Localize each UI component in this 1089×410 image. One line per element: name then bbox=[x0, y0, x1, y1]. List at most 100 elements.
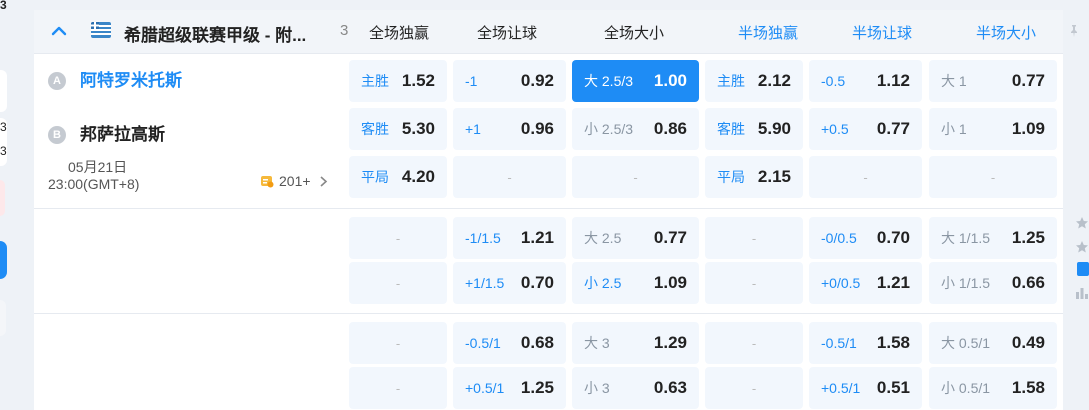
odds-cell-selected[interactable]: 大 2.5/3 1.00 bbox=[572, 60, 699, 102]
left-sidebar-edge: 3 3 3 bbox=[0, 0, 34, 410]
col-header-ht-1x2: 半场独赢 bbox=[737, 25, 798, 42]
odds-label: 大 1/1.5 bbox=[941, 230, 991, 246]
away-team[interactable]: B 邦萨拉高斯 bbox=[48, 120, 165, 145]
odds-label: +0.5 bbox=[821, 121, 849, 137]
odds-label: 大 0.5/1 bbox=[941, 335, 991, 351]
sidebar-active-item[interactable] bbox=[0, 241, 7, 279]
odds-cell[interactable]: 小 1 1.09 bbox=[929, 108, 1057, 150]
odds-cell[interactable]: 大 0.5/1 0.49 bbox=[929, 322, 1057, 364]
odds-cell[interactable]: +0.5/1 1.25 bbox=[453, 367, 566, 409]
odds-label: 客胜 bbox=[717, 121, 745, 137]
sidebar-gray-item[interactable] bbox=[0, 300, 6, 336]
sidebar-card[interactable] bbox=[0, 70, 7, 112]
odds-value: 0.70 bbox=[520, 273, 554, 292]
odds-cell-empty: - bbox=[705, 262, 803, 304]
odds-cell-empty: - bbox=[572, 156, 699, 198]
odds-cell-empty: - bbox=[349, 262, 447, 304]
odds-value: 0.77 bbox=[653, 228, 687, 247]
star-icon[interactable] bbox=[1075, 240, 1089, 254]
info-tag-icon[interactable] bbox=[1077, 262, 1089, 276]
col-header-ft-over-under: 全场大小 bbox=[603, 25, 664, 42]
odds-value: 4.20 bbox=[401, 167, 435, 186]
chevron-right-icon bbox=[320, 176, 328, 187]
odds-cell[interactable]: 大 3 1.29 bbox=[572, 322, 699, 364]
pin-icon[interactable] bbox=[1067, 24, 1081, 38]
odds-cell[interactable]: 主胜 2.12 bbox=[705, 60, 803, 102]
odds-label: -1/1.5 bbox=[465, 230, 501, 246]
league-flag-icon bbox=[91, 22, 111, 38]
odds-value: 1.12 bbox=[876, 71, 910, 90]
odds-value: 1.09 bbox=[1011, 119, 1045, 138]
more-markets-icon bbox=[261, 176, 274, 188]
odds-value: 1.52 bbox=[401, 71, 435, 90]
odds-value: 0.77 bbox=[1011, 71, 1045, 90]
odds-cell[interactable]: 客胜 5.30 bbox=[349, 108, 447, 150]
odds-label: -0/0.5 bbox=[821, 230, 857, 246]
odds-cell[interactable]: +1 0.96 bbox=[453, 108, 566, 150]
odds-value: 0.68 bbox=[520, 333, 554, 352]
odds-cell[interactable]: +0/0.5 1.21 bbox=[809, 262, 922, 304]
odds-cell[interactable]: 大 1/1.5 1.25 bbox=[929, 217, 1057, 259]
odds-value: 0.92 bbox=[520, 71, 554, 90]
match-date: 05月21日 bbox=[68, 159, 128, 175]
odds-cell[interactable]: +0.5/1 0.51 bbox=[809, 367, 922, 409]
sidebar-count: 3 bbox=[0, 144, 7, 158]
odds-cell-empty: - bbox=[809, 156, 922, 198]
odds-cell[interactable]: -0.5 1.12 bbox=[809, 60, 922, 102]
odds-label: 大 2.5 bbox=[584, 230, 622, 246]
odds-label: +0.5/1 bbox=[465, 380, 505, 396]
odds-cell[interactable]: -1/1.5 1.21 bbox=[453, 217, 566, 259]
odds-cell[interactable]: 大 1 0.77 bbox=[929, 60, 1057, 102]
odds-value: 0.66 bbox=[1011, 273, 1045, 292]
odds-label: 主胜 bbox=[361, 73, 389, 89]
odds-cell[interactable]: 小 2.5/3 0.86 bbox=[572, 108, 699, 150]
sidebar-count: 3 bbox=[0, 0, 7, 12]
odds-cell[interactable]: 小 0.5/1 1.58 bbox=[929, 367, 1057, 409]
odds-label: 主胜 bbox=[717, 73, 745, 89]
star-icon[interactable] bbox=[1075, 216, 1089, 230]
odds-cell-empty: - bbox=[929, 156, 1057, 198]
odds-value: 1.09 bbox=[653, 273, 687, 292]
odds-cell[interactable]: 小 3 0.63 bbox=[572, 367, 699, 409]
odds-cell[interactable]: -0/0.5 0.70 bbox=[809, 217, 922, 259]
odds-value: 0.49 bbox=[1011, 333, 1045, 352]
odds-cell[interactable]: 小 1/1.5 0.66 bbox=[929, 262, 1057, 304]
odds-cell[interactable]: -0.5/1 0.68 bbox=[453, 322, 566, 364]
odds-cell[interactable]: +0.5 0.77 bbox=[809, 108, 922, 150]
odds-value: 5.30 bbox=[401, 119, 435, 138]
odds-label: 平局 bbox=[717, 169, 745, 185]
odds-label: +1 bbox=[465, 121, 481, 137]
league-header: 希腊超级联赛甲级 - 附... 3 全场独赢 全场让球 全场大小 半场独赢 半场… bbox=[34, 10, 1063, 54]
more-markets-button[interactable]: 201+ bbox=[260, 173, 328, 189]
odds-cell[interactable]: 主胜 1.52 bbox=[349, 60, 447, 102]
odds-cell[interactable]: 平局 4.20 bbox=[349, 156, 447, 198]
odds-value: 1.21 bbox=[520, 228, 554, 247]
odds-value: 2.12 bbox=[757, 71, 791, 90]
chevron-up-icon[interactable] bbox=[50, 22, 68, 40]
odds-cell[interactable]: +1/1.5 0.70 bbox=[453, 262, 566, 304]
odds-cell-empty: - bbox=[705, 322, 803, 364]
odds-value: 0.86 bbox=[653, 119, 687, 138]
home-team-name: 阿特罗米托斯 bbox=[80, 71, 182, 90]
odds-label: 小 2.5 bbox=[584, 275, 622, 291]
match-panel: 希腊超级联赛甲级 - 附... 3 全场独赢 全场让球 全场大小 半场独赢 半场… bbox=[34, 10, 1063, 410]
league-name[interactable]: 希腊超级联赛甲级 - 附... bbox=[124, 21, 306, 46]
odds-label: 客胜 bbox=[361, 121, 389, 137]
odds-value: 0.96 bbox=[520, 119, 554, 138]
away-team-name: 邦萨拉高斯 bbox=[80, 125, 165, 144]
more-markets-count: 201+ bbox=[279, 173, 311, 189]
sidebar-count: 3 bbox=[0, 120, 7, 134]
odds-cell[interactable]: 大 2.5 0.77 bbox=[572, 217, 699, 259]
odds-cell[interactable]: 客胜 5.90 bbox=[705, 108, 803, 150]
stats-icon[interactable] bbox=[1075, 286, 1089, 300]
odds-label: +0/0.5 bbox=[821, 275, 861, 291]
odds-cell[interactable]: 小 2.5 1.09 bbox=[572, 262, 699, 304]
col-header-ht-handicap: 半场让球 bbox=[851, 25, 912, 42]
sidebar-pink-item[interactable] bbox=[0, 180, 5, 216]
home-team[interactable]: A 阿特罗米托斯 bbox=[48, 66, 182, 91]
away-badge: B bbox=[48, 126, 66, 144]
row-divider bbox=[34, 208, 1063, 209]
odds-cell[interactable]: -1 0.92 bbox=[453, 60, 566, 102]
odds-cell[interactable]: -0.5/1 1.58 bbox=[809, 322, 922, 364]
odds-cell[interactable]: 平局 2.15 bbox=[705, 156, 803, 198]
